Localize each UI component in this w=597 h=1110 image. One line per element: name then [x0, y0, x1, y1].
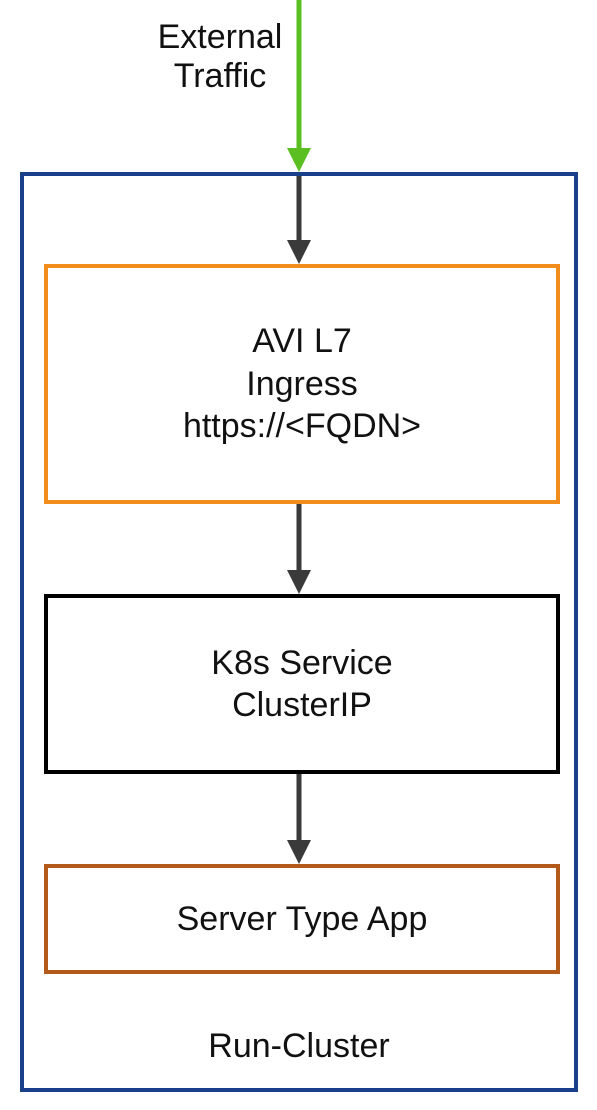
- arrow-svc-to-app: [279, 774, 319, 864]
- avi-l7-ingress-node: AVI L7 Ingress https://<FQDN>: [44, 264, 560, 504]
- arrow-cluster-to-avi: [279, 176, 319, 264]
- avi-line3: https://<FQDN>: [183, 405, 421, 448]
- diagram-canvas: External Traffic AVI L7 Ingress https://…: [0, 0, 597, 1110]
- server-app-node: Server Type App: [44, 864, 560, 974]
- run-cluster-container: AVI L7 Ingress https://<FQDN> K8s Servic…: [20, 172, 578, 1092]
- k8s-service-node: K8s Service ClusterIP: [44, 594, 560, 774]
- app-line1: Server Type App: [177, 898, 428, 941]
- avi-line2: Ingress: [246, 363, 358, 406]
- avi-line1: AVI L7: [252, 320, 352, 363]
- svc-line1: K8s Service: [211, 642, 392, 685]
- svc-line2: ClusterIP: [232, 684, 372, 727]
- arrow-external-to-cluster: [279, 0, 319, 172]
- external-traffic-line2: Traffic: [174, 57, 267, 95]
- arrow-avi-to-svc: [279, 504, 319, 594]
- cluster-label-text: Run-Cluster: [208, 1027, 389, 1065]
- external-traffic-line1: External: [158, 18, 283, 56]
- cluster-label: Run-Cluster: [24, 1027, 574, 1066]
